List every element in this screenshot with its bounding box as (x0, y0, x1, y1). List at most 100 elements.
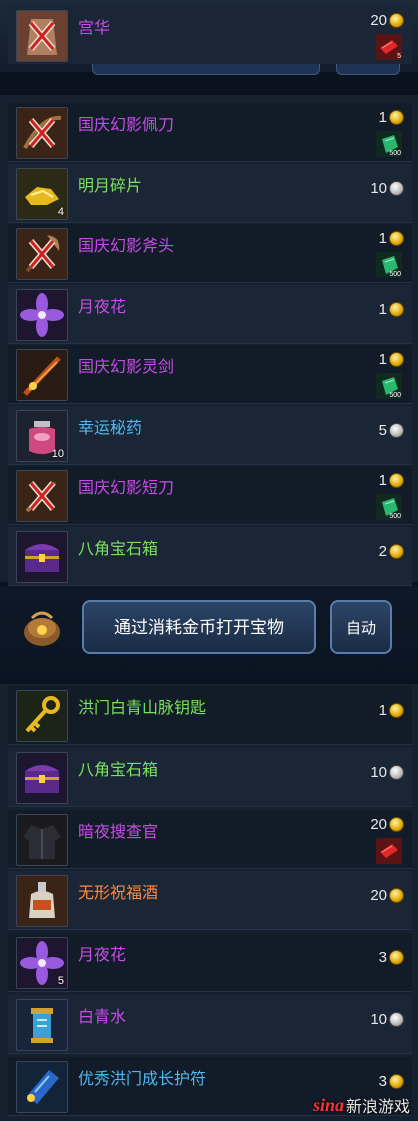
gold-coin-icon (389, 473, 404, 488)
sina-watermark: sina 新浪游戏 (313, 1093, 410, 1117)
item-row[interactable]: 国庆幻影斧头 1 500 (8, 224, 412, 283)
locked-dagger-icon (16, 470, 68, 522)
golden-key-icon (16, 690, 68, 742)
tab-hint-left (92, 64, 320, 75)
item-row[interactable]: 10 幸运秘药 5 (8, 405, 412, 465)
item-name: 明月碎片 (78, 175, 143, 195)
gold-coin-icon (389, 352, 404, 367)
item-cost: 20 (370, 887, 404, 904)
top-item-row[interactable]: 宫华 20 5 (8, 6, 412, 64)
green-gem-icon: 500 (376, 252, 402, 278)
cost-value: 5 (378, 421, 387, 439)
cost-value: 2 (378, 542, 387, 560)
item-name: 无形祝福酒 (78, 883, 159, 903)
gem-chest-icon (16, 530, 68, 583)
item-name: 月夜花 (78, 945, 127, 965)
item-name: 国庆幻影佩刀 (78, 115, 175, 134)
item-row[interactable]: 月夜花 1 (8, 284, 412, 344)
growth-charm-icon (16, 1060, 68, 1113)
silver-coin-icon (389, 422, 404, 438)
item-cost: 20 (370, 816, 404, 833)
gold-coin-icon (389, 13, 404, 28)
item-row[interactable]: 暗夜搜查官 20 (8, 809, 412, 869)
item-name: 宫华 (78, 18, 111, 37)
locked-costume-icon (16, 10, 68, 62)
item-row[interactable]: 八角宝石箱 2 (8, 526, 412, 586)
red-ticket-icon (376, 837, 402, 864)
top-item-panel: 宫华 20 5 (0, 0, 418, 72)
sub-count: 500 (389, 513, 401, 520)
item-name: 月夜花 (78, 296, 127, 316)
item-cost: 5 (379, 422, 404, 439)
item-cost: 1 (379, 351, 404, 368)
item-row[interactable]: 国庆幻影佩刀 1 500 (8, 103, 412, 162)
cost-value: 10 (370, 179, 387, 197)
item-row[interactable]: 八角宝石箱 10 (8, 747, 412, 807)
potion-jar-icon: 10 (16, 409, 68, 462)
item-name: 八角宝石箱 (78, 759, 159, 779)
sub-count: 5 (397, 53, 401, 60)
cost-value: 1 (378, 472, 387, 489)
gold-coin-icon (389, 816, 404, 832)
sub-count: 500 (389, 150, 401, 157)
item-quantity: 10 (51, 447, 64, 460)
cost-value: 10 (370, 1011, 387, 1028)
item-row[interactable]: 无形祝福酒 20 (8, 871, 412, 931)
item-row[interactable]: 国庆幻影灵剑 1 500 (8, 345, 412, 404)
cost-value: 1 (378, 300, 387, 318)
reward-list-panel: 洪门白青山脉钥匙 1 八角宝石箱 10 暗夜搜查官 20 无形祝福酒 20 5 月夜花 3 白青水 10… (0, 684, 418, 1121)
gold-fragment-icon: 4 (16, 167, 68, 220)
gold-coin-icon (389, 301, 404, 317)
dark-jacket-icon (16, 813, 68, 866)
item-row[interactable]: 白青水 10 (8, 995, 412, 1054)
cost-value: 1 (378, 109, 387, 126)
item-name: 洪门白青山脉钥匙 (78, 698, 207, 717)
locked-sword-icon (16, 107, 68, 159)
cost-value: 20 (370, 815, 387, 833)
purple-flower-icon: 5 (16, 937, 68, 990)
cost-value: 10 (370, 763, 387, 781)
auto-button[interactable]: 自动 (330, 600, 392, 654)
cost-value: 1 (378, 230, 387, 247)
item-name: 白青水 (78, 1007, 127, 1026)
item-cost: 10 (370, 764, 404, 781)
item-cost: 10 (370, 1011, 404, 1028)
item-name: 暗夜搜查官 (78, 821, 159, 841)
green-gem-icon: 500 (376, 373, 402, 399)
green-gem-icon: 500 (376, 131, 402, 157)
item-cost: 1 (379, 472, 404, 489)
water-lantern-icon (16, 999, 68, 1051)
wine-bottle-icon (16, 875, 68, 928)
item-row[interactable]: 洪门白青山脉钥匙 1 (8, 686, 412, 745)
cost-value: 1 (378, 351, 387, 368)
item-cost: 1 (379, 301, 404, 318)
cost-value: 3 (378, 1072, 387, 1090)
purple-flower-icon (16, 288, 68, 341)
cost-value: 20 (370, 887, 387, 905)
item-cost: 10 (370, 180, 404, 197)
treasure-bag-icon (20, 604, 64, 648)
item-cost: 1 (379, 702, 404, 719)
item-quantity: 5 (57, 975, 64, 988)
lottery-list-panel: 国庆幻影佩刀 1 500 4 明月碎片 10 国庆幻影斧头 1 500 月夜花 1 国庆幻影灵剑 1 50… (0, 95, 418, 586)
gold-coin-icon (389, 703, 404, 718)
gold-coin-icon (389, 110, 404, 125)
item-row[interactable]: 5 月夜花 3 (8, 933, 412, 993)
item-name: 八角宝石箱 (78, 538, 159, 558)
gold-coin-icon (389, 950, 404, 966)
watermark-text: 新浪游戏 (345, 1097, 410, 1116)
item-row[interactable]: 国庆幻影短刀 1 500 (8, 466, 412, 525)
cost-value: 3 (378, 949, 387, 967)
locked-axe-icon (16, 228, 68, 280)
item-cost: 20 (370, 12, 404, 29)
gold-coin-icon (389, 543, 404, 559)
item-name: 国庆幻影灵剑 (78, 357, 175, 376)
sub-count: 500 (389, 271, 401, 278)
item-cost: 1 (379, 230, 404, 247)
open-with-gold-button[interactable]: 通过消耗金币打开宝物 (82, 600, 316, 654)
green-gem-icon: 500 (376, 494, 402, 520)
item-name: 国庆幻影斧头 (78, 236, 175, 255)
item-cost: 1 (379, 109, 404, 126)
item-row[interactable]: 4 明月碎片 10 (8, 163, 412, 223)
item-quantity: 4 (57, 205, 64, 218)
